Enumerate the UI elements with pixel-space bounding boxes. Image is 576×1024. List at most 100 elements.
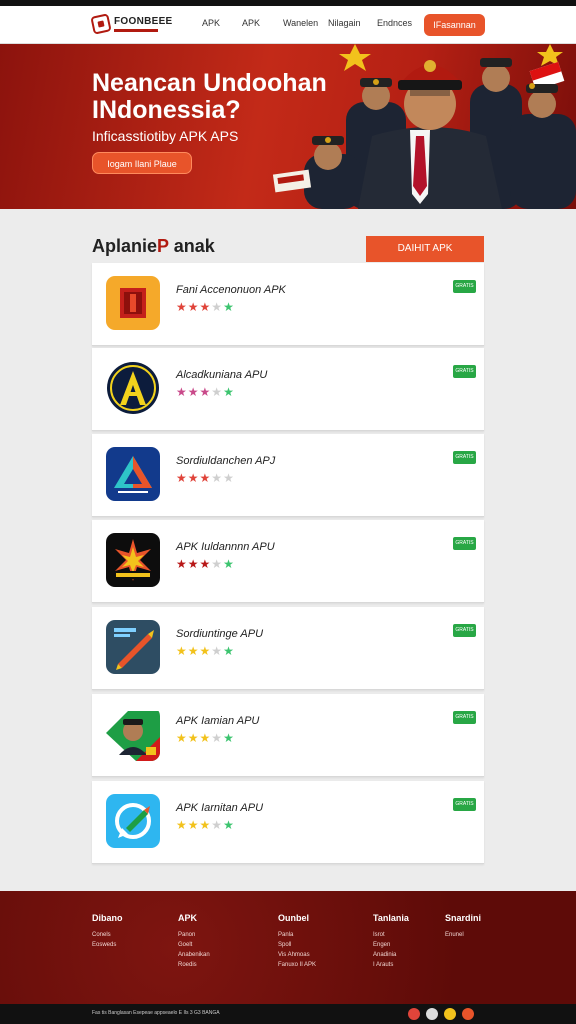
footer-link[interactable]: Engen xyxy=(373,942,409,948)
footer-column-title: Dibano xyxy=(92,913,123,923)
app-icon-chat-bubble xyxy=(106,794,160,848)
footer-link[interactable]: Roedis xyxy=(178,962,210,968)
nav-item-apk[interactable]: APK xyxy=(202,18,220,28)
footer: Dibano Conels Eosweds APK Panon Goelt An… xyxy=(0,891,576,1004)
app-card[interactable]: Fani Accenonuon APK ★★★★★ GRATIS xyxy=(92,263,484,346)
star-icon: ★ xyxy=(211,644,224,658)
social-icon[interactable] xyxy=(462,1008,474,1020)
star-rating: ★★★★★ xyxy=(176,557,235,571)
nav-item-endnces[interactable]: Endnces xyxy=(377,18,412,28)
logo-icon xyxy=(90,13,112,35)
footer-link[interactable]: I Arauts xyxy=(373,962,409,968)
app-card[interactable]: Sordiuntinge APU ★★★★★ GRATIS xyxy=(92,607,484,690)
app-icon-cube xyxy=(106,276,160,330)
status-badge: GRATIS xyxy=(453,537,476,550)
star-icon: ★ xyxy=(223,557,235,571)
app-card[interactable]: APK Iarnitan APU ★★★★★ GRATIS xyxy=(92,781,484,864)
footer-column: Tanlania Isrot Engen Anadinia I Arauts xyxy=(373,913,409,972)
logo[interactable]: FOONBEEE xyxy=(90,12,182,38)
star-icon: ★ xyxy=(199,818,212,832)
header: FOONBEEE APK APK Wanelen Nilagain Endnce… xyxy=(0,6,576,44)
status-badge: GRATIS xyxy=(453,624,476,637)
footer-column-title: Ounbel xyxy=(278,913,309,923)
footer-link[interactable]: Eosweds xyxy=(92,942,123,948)
star-icon: ★ xyxy=(176,385,188,399)
star-icon: ★ xyxy=(223,471,235,485)
copyright-text: Fas tis Banglasan Esepeae appseaelo E Il… xyxy=(92,1010,220,1016)
nav-item-apk-2[interactable]: APK xyxy=(242,18,260,28)
social-icon[interactable] xyxy=(426,1008,438,1020)
footer-link[interactable]: Conels xyxy=(92,932,123,938)
footer-column-title: Snardini xyxy=(445,913,482,923)
footer-link[interactable]: Panla xyxy=(278,932,316,938)
app-name: Sordiuldanchen APJ xyxy=(176,455,276,467)
footer-link[interactable]: Goelt xyxy=(178,942,210,948)
app-card[interactable]: APK Iamian APU ★★★★★ GRATIS xyxy=(92,694,484,777)
app-name: APK Iarnitan APU xyxy=(176,802,264,814)
hero-people-illustration xyxy=(272,44,576,209)
status-badge: GRATIS xyxy=(453,711,476,724)
star-icon: ★ xyxy=(187,557,200,571)
footer-link[interactable]: Enunel xyxy=(445,932,481,938)
social-icon[interactable] xyxy=(444,1008,456,1020)
section-download-button[interactable]: DAIHIT APK xyxy=(366,236,484,262)
star-icon: ★ xyxy=(223,385,235,399)
footer-link[interactable]: Vis Ahmoas xyxy=(278,952,316,958)
app-card[interactable]: Alcadkuniana APU ★★★★★ GRATIS xyxy=(92,348,484,431)
footer-link[interactable]: Isrot xyxy=(373,932,409,938)
app-card[interactable]: APK Iuldannnn APU ★★★★★ GRATIS xyxy=(92,520,484,603)
nav-item-nilagain[interactable]: Nilagain xyxy=(328,18,361,28)
app-icon-star-burst xyxy=(106,533,160,587)
app-icon-letter-a xyxy=(106,361,160,415)
footer-link[interactable]: Anadinia xyxy=(373,952,409,958)
section-title-accent: P xyxy=(157,236,169,256)
star-rating: ★★★★★ xyxy=(176,471,235,485)
star-icon: ★ xyxy=(199,471,212,485)
app-icon-rocket-pencil xyxy=(106,620,160,674)
star-icon: ★ xyxy=(176,471,188,485)
footer-link[interactable]: Fanuxo Il APK xyxy=(278,962,316,968)
star-rating: ★★★★★ xyxy=(176,300,235,314)
footer-link[interactable]: Spoll xyxy=(278,942,316,948)
app-icon-portrait xyxy=(106,707,160,761)
star-icon: ★ xyxy=(199,300,212,314)
star-icon: ★ xyxy=(199,385,212,399)
footer-column: Dibano Conels Eosweds xyxy=(92,913,123,952)
star-icon: ★ xyxy=(223,818,235,832)
star-icon: ★ xyxy=(199,644,212,658)
hero-button[interactable]: Iogam Ilani Plaue xyxy=(92,152,192,174)
star-icon: ★ xyxy=(211,471,224,485)
star-icon: ★ xyxy=(211,385,224,399)
star-icon: ★ xyxy=(176,557,188,571)
social-icon[interactable] xyxy=(408,1008,420,1020)
section-title-main: Aplanie xyxy=(92,236,158,256)
star-rating: ★★★★★ xyxy=(176,644,235,658)
star-rating: ★★★★★ xyxy=(176,731,235,745)
star-icon: ★ xyxy=(223,731,235,745)
footer-column: Snardini Enunel xyxy=(445,913,481,942)
star-icon: ★ xyxy=(187,471,200,485)
star-rating: ★★★★★ xyxy=(176,385,235,399)
footer-link[interactable]: Panon xyxy=(178,932,210,938)
status-badge: GRATIS xyxy=(453,798,476,811)
section-title-rest: anak xyxy=(168,236,215,256)
header-cta-button[interactable]: IFasannan xyxy=(424,14,485,36)
footer-column-title: APK xyxy=(178,913,198,923)
star-icon: ★ xyxy=(223,644,235,658)
star-icon: ★ xyxy=(176,731,188,745)
app-card[interactable]: Sordiuldanchen APJ ★★★★★ GRATIS xyxy=(92,434,484,517)
nav-item-wanelen[interactable]: Wanelen xyxy=(283,18,318,28)
star-rating: ★★★★★ xyxy=(176,818,235,832)
star-icon: ★ xyxy=(211,557,224,571)
star-icon: ★ xyxy=(187,385,200,399)
star-icon: ★ xyxy=(176,644,188,658)
logo-underline xyxy=(114,29,158,32)
star-icon: ★ xyxy=(187,731,200,745)
footer-column-title: Tanlania xyxy=(373,913,409,923)
star-icon: ★ xyxy=(176,300,188,314)
star-icon: ★ xyxy=(187,300,200,314)
star-icon: ★ xyxy=(176,818,188,832)
footer-link[interactable]: Anabenikan xyxy=(178,952,210,958)
logo-text: FOONBEEE xyxy=(114,16,173,27)
app-name: Fani Accenonuon APK xyxy=(176,284,286,296)
